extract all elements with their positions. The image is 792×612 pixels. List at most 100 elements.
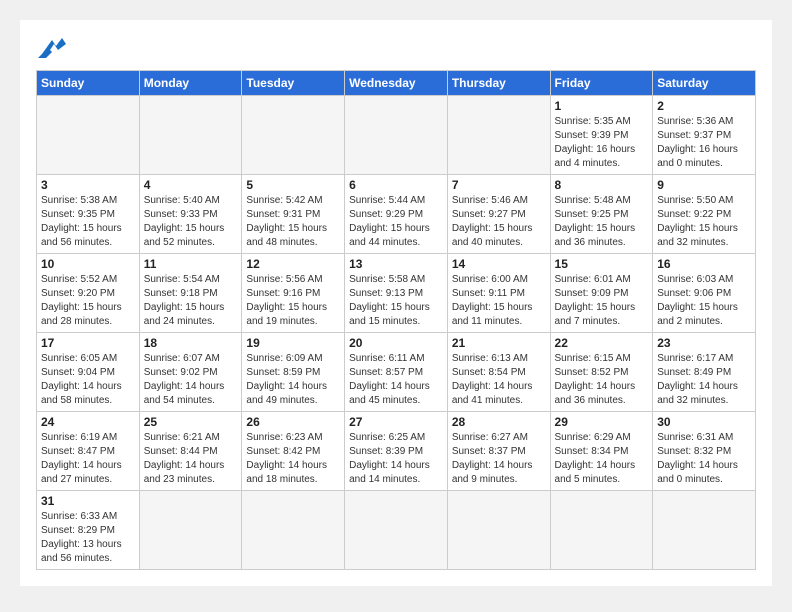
day-number: 31 bbox=[41, 494, 135, 508]
day-number: 7 bbox=[452, 178, 546, 192]
logo bbox=[36, 36, 66, 58]
calendar-cell: 11 Sunrise: 5:54 AM Sunset: 9:18 PM Dayli… bbox=[139, 254, 242, 333]
day-number: 24 bbox=[41, 415, 135, 429]
day-number: 18 bbox=[144, 336, 238, 350]
week-row-5: 31 Sunrise: 6:33 AM Sunset: 8:29 PM Dayli… bbox=[37, 491, 756, 570]
weekday-header-saturday: Saturday bbox=[653, 71, 756, 96]
weekday-header-friday: Friday bbox=[550, 71, 653, 96]
day-info: Sunrise: 6:29 AM Sunset: 8:34 PM Dayligh… bbox=[555, 431, 649, 487]
calendar-cell: 10Sunrise: 5:52 AM Sunset: 9:20 PM Dayli… bbox=[37, 254, 140, 333]
weekday-row: SundayMondayTuesdayWednesdayThursdayFrid… bbox=[37, 71, 756, 96]
day-info: Sunrise: 5:58 AM Sunset: 9:13 PM Dayligh… bbox=[349, 273, 443, 329]
calendar-cell: 13 Sunrise: 5:58 AM Sunset: 9:13 PM Dayli… bbox=[345, 254, 448, 333]
calendar-cell bbox=[345, 491, 448, 570]
day-info: Sunrise: 6:03 AM Sunset: 9:06 PM Dayligh… bbox=[657, 273, 751, 329]
calendar-cell: 21Sunrise: 6:13 AM Sunset: 8:54 PM Dayli… bbox=[447, 333, 550, 412]
day-info: Sunrise: 6:09 AM Sunset: 8:59 PM Dayligh… bbox=[246, 352, 340, 408]
day-info: Sunrise: 5:46 AM Sunset: 9:27 PM Dayligh… bbox=[452, 194, 546, 250]
day-info: Sunrise: 6:25 AM Sunset: 8:39 PM Dayligh… bbox=[349, 431, 443, 487]
calendar-cell bbox=[345, 96, 448, 175]
day-info: Sunrise: 6:13 AM Sunset: 8:54 PM Dayligh… bbox=[452, 352, 546, 408]
calendar-cell: 22Sunrise: 6:15 AM Sunset: 8:52 PM Dayli… bbox=[550, 333, 653, 412]
calendar-header: SundayMondayTuesdayWednesdayThursdayFrid… bbox=[37, 71, 756, 96]
day-number: 1 bbox=[555, 99, 649, 113]
logo-text bbox=[36, 36, 66, 58]
day-info: Sunrise: 5:54 AM Sunset: 9:18 PM Dayligh… bbox=[144, 273, 238, 329]
day-info: Sunrise: 6:27 AM Sunset: 8:37 PM Dayligh… bbox=[452, 431, 546, 487]
calendar-cell bbox=[653, 491, 756, 570]
day-number: 20 bbox=[349, 336, 443, 350]
calendar-cell: 27Sunrise: 6:25 AM Sunset: 8:39 PM Dayli… bbox=[345, 412, 448, 491]
week-row-2: 10Sunrise: 5:52 AM Sunset: 9:20 PM Dayli… bbox=[37, 254, 756, 333]
day-number: 30 bbox=[657, 415, 751, 429]
logo-bird-icon bbox=[38, 36, 66, 58]
day-number: 3 bbox=[41, 178, 135, 192]
day-info: Sunrise: 6:23 AM Sunset: 8:42 PM Dayligh… bbox=[246, 431, 340, 487]
day-info: Sunrise: 6:05 AM Sunset: 9:04 PM Dayligh… bbox=[41, 352, 135, 408]
calendar-cell: 2 Sunrise: 5:36 AM Sunset: 9:37 PM Daylig… bbox=[653, 96, 756, 175]
calendar-cell: 6 Sunrise: 5:44 AM Sunset: 9:29 PM Daylig… bbox=[345, 175, 448, 254]
day-number: 15 bbox=[555, 257, 649, 271]
calendar-cell: 20 Sunrise: 6:11 AM Sunset: 8:57 PM Dayli… bbox=[345, 333, 448, 412]
day-info: Sunrise: 6:01 AM Sunset: 9:09 PM Dayligh… bbox=[555, 273, 649, 329]
day-info: Sunrise: 5:48 AM Sunset: 9:25 PM Dayligh… bbox=[555, 194, 649, 250]
weekday-header-sunday: Sunday bbox=[37, 71, 140, 96]
calendar-cell: 4Sunrise: 5:40 AM Sunset: 9:33 PM Daylig… bbox=[139, 175, 242, 254]
day-number: 9 bbox=[657, 178, 751, 192]
day-info: Sunrise: 5:35 AM Sunset: 9:39 PM Dayligh… bbox=[555, 115, 649, 171]
calendar-cell: 9 Sunrise: 5:50 AM Sunset: 9:22 PM Daylig… bbox=[653, 175, 756, 254]
week-row-3: 17 Sunrise: 6:05 AM Sunset: 9:04 PM Dayli… bbox=[37, 333, 756, 412]
calendar-cell: 15 Sunrise: 6:01 AM Sunset: 9:09 PM Dayli… bbox=[550, 254, 653, 333]
day-info: Sunrise: 6:31 AM Sunset: 8:32 PM Dayligh… bbox=[657, 431, 751, 487]
day-number: 11 bbox=[144, 257, 238, 271]
day-info: Sunrise: 6:00 AM Sunset: 9:11 PM Dayligh… bbox=[452, 273, 546, 329]
day-info: Sunrise: 6:07 AM Sunset: 9:02 PM Dayligh… bbox=[144, 352, 238, 408]
day-number: 25 bbox=[144, 415, 238, 429]
calendar-cell: 16Sunrise: 6:03 AM Sunset: 9:06 PM Dayli… bbox=[653, 254, 756, 333]
day-info: Sunrise: 6:33 AM Sunset: 8:29 PM Dayligh… bbox=[41, 510, 135, 566]
day-number: 2 bbox=[657, 99, 751, 113]
day-number: 12 bbox=[246, 257, 340, 271]
calendar-cell: 12 Sunrise: 5:56 AM Sunset: 9:16 PM Dayli… bbox=[242, 254, 345, 333]
calendar-cell: 18 Sunrise: 6:07 AM Sunset: 9:02 PM Dayli… bbox=[139, 333, 242, 412]
calendar-cell bbox=[447, 96, 550, 175]
calendar: SundayMondayTuesdayWednesdayThursdayFrid… bbox=[36, 70, 756, 570]
calendar-cell: 29Sunrise: 6:29 AM Sunset: 8:34 PM Dayli… bbox=[550, 412, 653, 491]
day-info: Sunrise: 6:15 AM Sunset: 8:52 PM Dayligh… bbox=[555, 352, 649, 408]
day-number: 23 bbox=[657, 336, 751, 350]
day-info: Sunrise: 6:17 AM Sunset: 8:49 PM Dayligh… bbox=[657, 352, 751, 408]
day-info: Sunrise: 5:56 AM Sunset: 9:16 PM Dayligh… bbox=[246, 273, 340, 329]
day-info: Sunrise: 5:38 AM Sunset: 9:35 PM Dayligh… bbox=[41, 194, 135, 250]
day-info: Sunrise: 5:44 AM Sunset: 9:29 PM Dayligh… bbox=[349, 194, 443, 250]
day-number: 14 bbox=[452, 257, 546, 271]
day-info: Sunrise: 6:19 AM Sunset: 8:47 PM Dayligh… bbox=[41, 431, 135, 487]
calendar-cell: 8 Sunrise: 5:48 AM Sunset: 9:25 PM Daylig… bbox=[550, 175, 653, 254]
header bbox=[36, 36, 756, 58]
calendar-cell: 26Sunrise: 6:23 AM Sunset: 8:42 PM Dayli… bbox=[242, 412, 345, 491]
calendar-cell: 17 Sunrise: 6:05 AM Sunset: 9:04 PM Dayli… bbox=[37, 333, 140, 412]
calendar-cell: 5Sunrise: 5:42 AM Sunset: 9:31 PM Daylig… bbox=[242, 175, 345, 254]
calendar-cell bbox=[550, 491, 653, 570]
day-number: 10 bbox=[41, 257, 135, 271]
calendar-cell: 19Sunrise: 6:09 AM Sunset: 8:59 PM Dayli… bbox=[242, 333, 345, 412]
calendar-cell bbox=[139, 96, 242, 175]
weekday-header-thursday: Thursday bbox=[447, 71, 550, 96]
day-info: Sunrise: 5:36 AM Sunset: 9:37 PM Dayligh… bbox=[657, 115, 751, 171]
day-number: 17 bbox=[41, 336, 135, 350]
day-number: 8 bbox=[555, 178, 649, 192]
day-number: 28 bbox=[452, 415, 546, 429]
day-number: 13 bbox=[349, 257, 443, 271]
day-info: Sunrise: 6:21 AM Sunset: 8:44 PM Dayligh… bbox=[144, 431, 238, 487]
day-info: Sunrise: 6:11 AM Sunset: 8:57 PM Dayligh… bbox=[349, 352, 443, 408]
day-number: 6 bbox=[349, 178, 443, 192]
calendar-body: 1 Sunrise: 5:35 AM Sunset: 9:39 PM Daylig… bbox=[37, 96, 756, 570]
calendar-cell: 23 Sunrise: 6:17 AM Sunset: 8:49 PM Dayli… bbox=[653, 333, 756, 412]
week-row-1: 3 Sunrise: 5:38 AM Sunset: 9:35 PM Daylig… bbox=[37, 175, 756, 254]
calendar-cell: 28 Sunrise: 6:27 AM Sunset: 8:37 PM Dayli… bbox=[447, 412, 550, 491]
calendar-cell bbox=[447, 491, 550, 570]
calendar-cell: 14 Sunrise: 6:00 AM Sunset: 9:11 PM Dayli… bbox=[447, 254, 550, 333]
day-info: Sunrise: 5:50 AM Sunset: 9:22 PM Dayligh… bbox=[657, 194, 751, 250]
week-row-0: 1 Sunrise: 5:35 AM Sunset: 9:39 PM Daylig… bbox=[37, 96, 756, 175]
calendar-cell: 31 Sunrise: 6:33 AM Sunset: 8:29 PM Dayli… bbox=[37, 491, 140, 570]
weekday-header-tuesday: Tuesday bbox=[242, 71, 345, 96]
